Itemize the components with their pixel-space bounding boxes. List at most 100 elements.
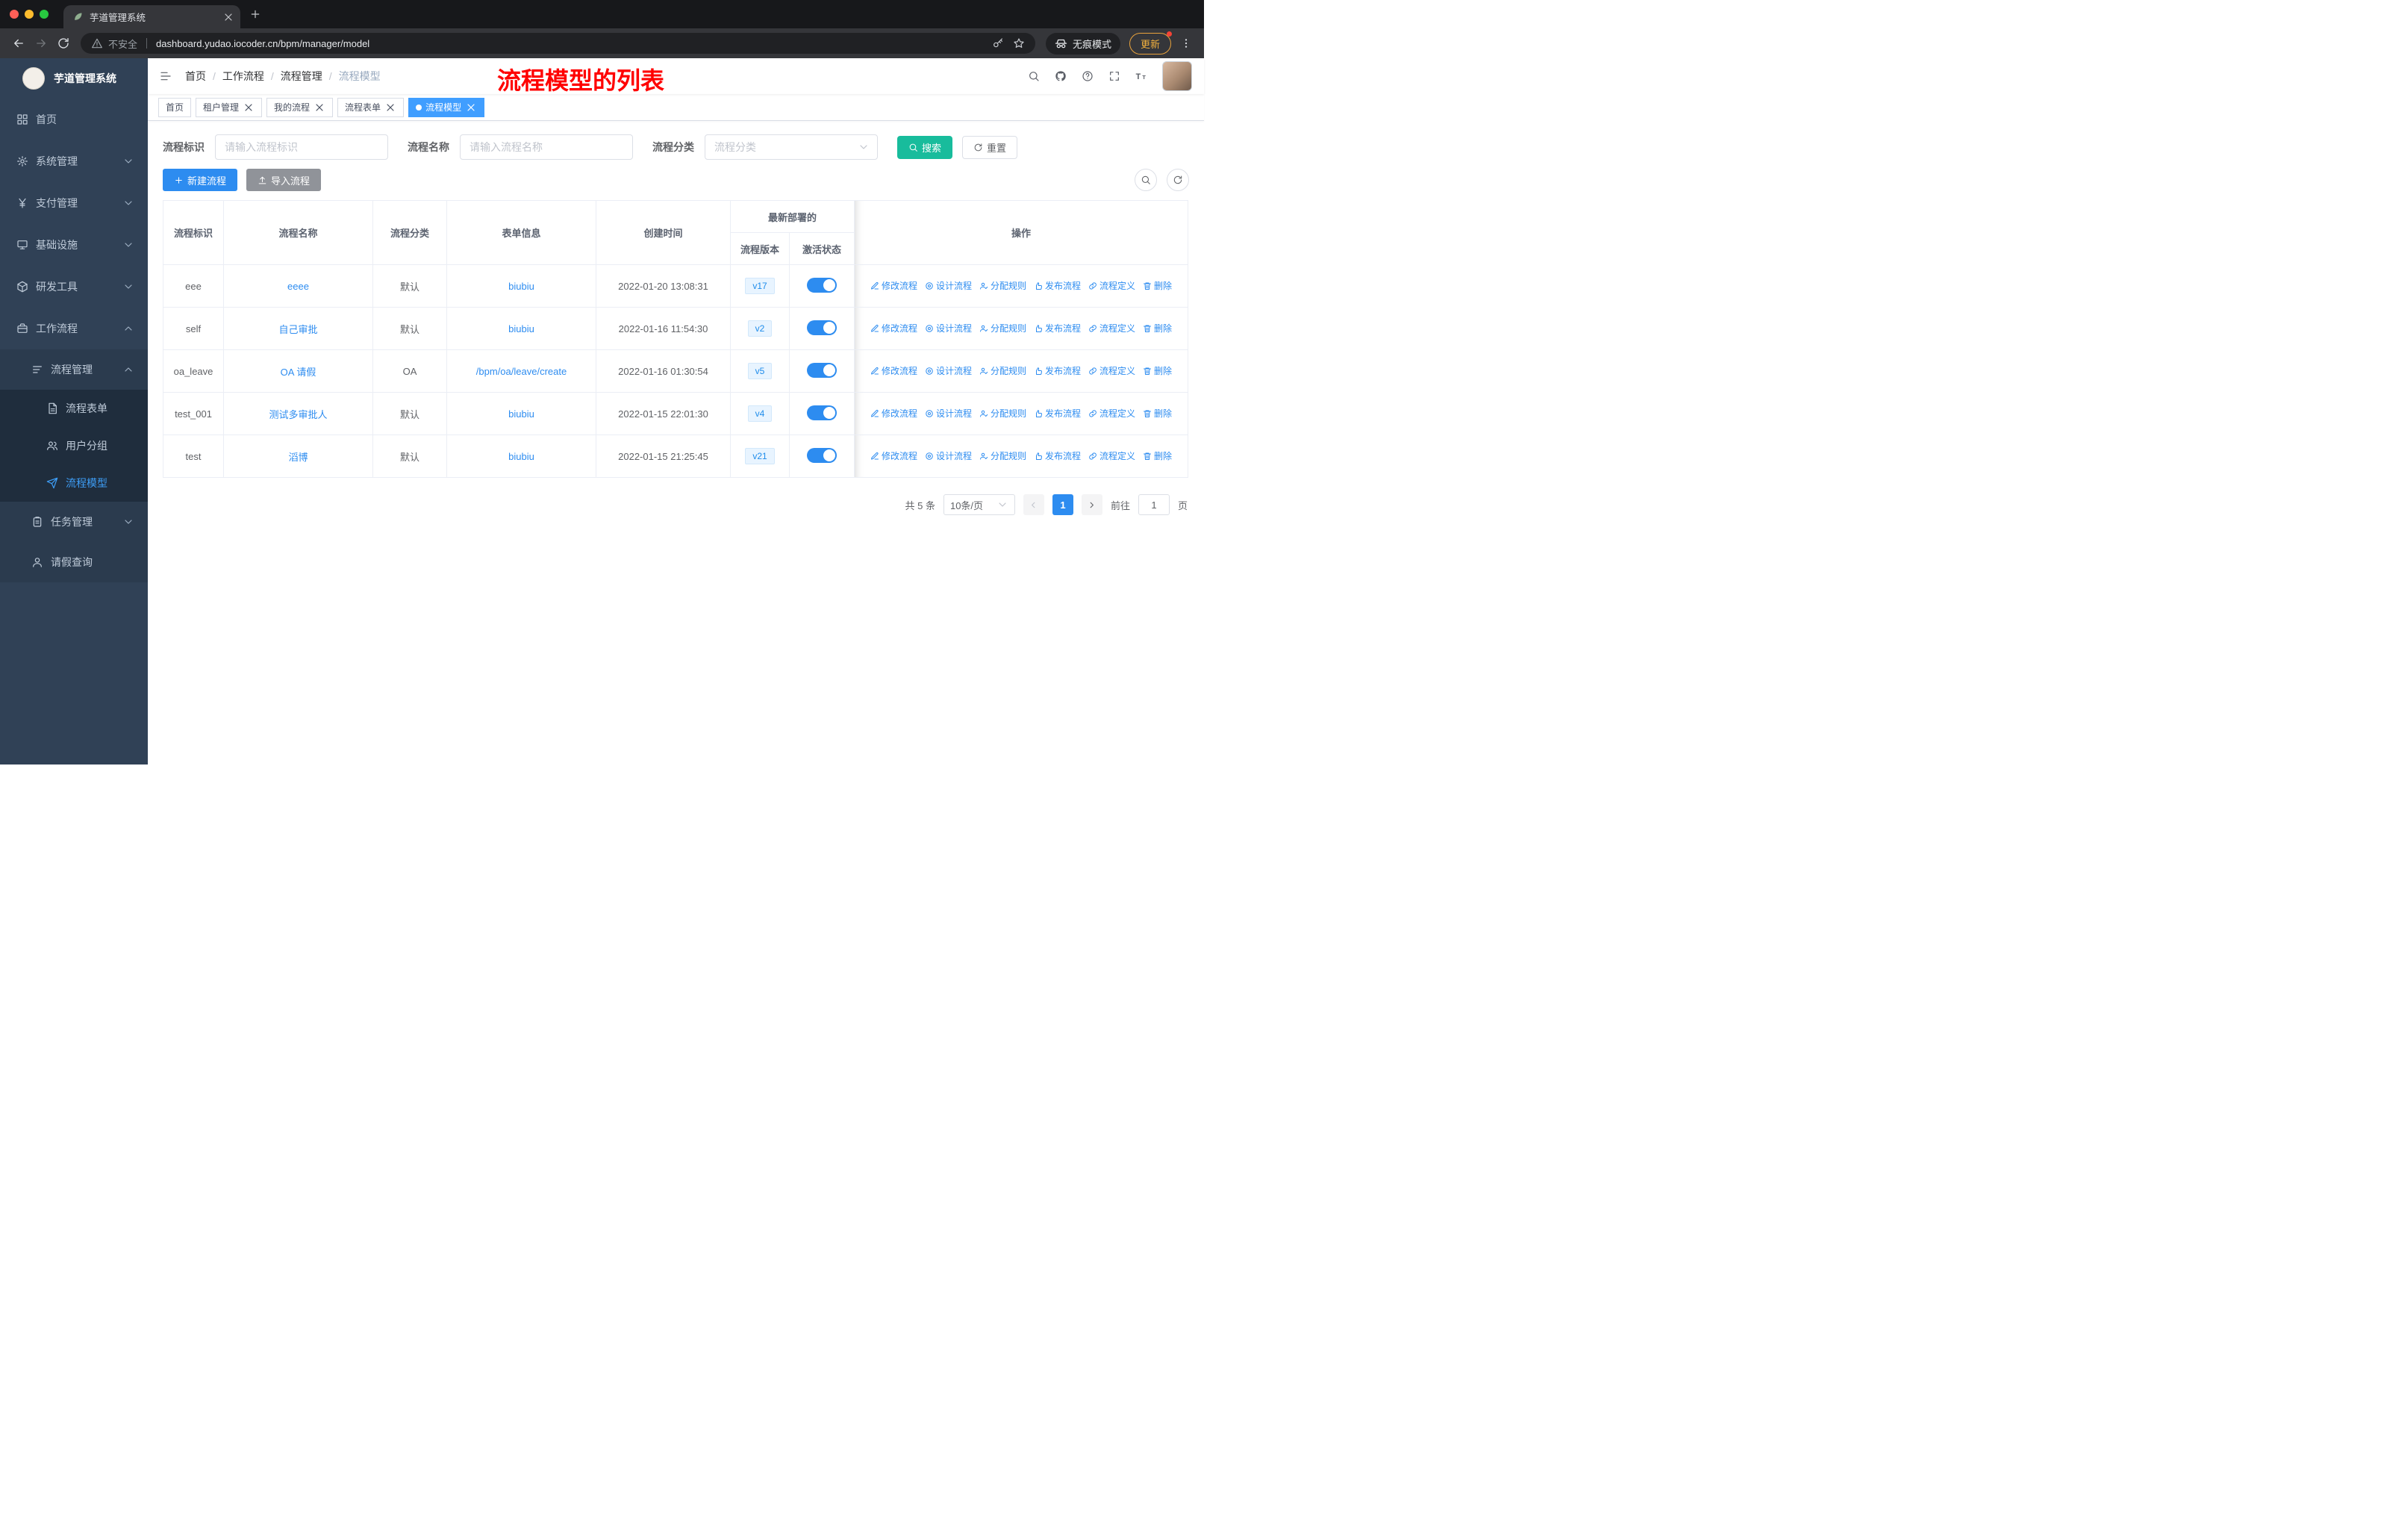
search-icon[interactable] xyxy=(1028,70,1040,82)
action-publish-process[interactable]: 发布流程 xyxy=(1034,407,1081,420)
security-label[interactable]: 不安全 xyxy=(108,37,137,51)
breadcrumb-item[interactable]: 首页 xyxy=(185,69,206,84)
form-info-link[interactable]: biubiu xyxy=(508,323,534,334)
import-process-button[interactable]: 导入流程 xyxy=(246,169,322,191)
sidebar-item-leave-query[interactable]: 请假查询 xyxy=(0,542,148,582)
browser-menu-icon[interactable] xyxy=(1180,37,1192,49)
collapse-sidebar-icon[interactable] xyxy=(160,70,172,82)
close-window-button[interactable] xyxy=(10,10,19,19)
action-modify-process[interactable]: 修改流程 xyxy=(870,279,917,292)
reload-button[interactable] xyxy=(52,32,75,55)
action-design-process[interactable]: 设计流程 xyxy=(925,322,972,334)
version-badge[interactable]: v4 xyxy=(747,405,773,422)
github-icon[interactable] xyxy=(1055,70,1067,82)
sidebar-item-devtools[interactable]: 研发工具 xyxy=(0,266,148,308)
back-button[interactable] xyxy=(7,32,30,55)
action-publish-process[interactable]: 发布流程 xyxy=(1034,449,1081,462)
process-name-input[interactable] xyxy=(460,134,633,160)
maximize-window-button[interactable] xyxy=(40,10,49,19)
active-toggle[interactable] xyxy=(807,362,837,378)
sidebar-item-process-form[interactable]: 流程表单 xyxy=(0,390,148,427)
process-key-input[interactable] xyxy=(215,134,388,160)
action-process-definition[interactable]: 流程定义 xyxy=(1088,322,1135,334)
close-icon[interactable] xyxy=(314,102,325,113)
model-name-link[interactable]: OA 请假 xyxy=(281,367,316,378)
action-assign-rule[interactable]: 分配规则 xyxy=(979,322,1026,334)
bookmark-star-icon[interactable] xyxy=(1013,37,1025,49)
active-toggle[interactable] xyxy=(807,405,837,420)
sidebar-item-task-manage[interactable]: 任务管理 xyxy=(0,502,148,542)
sidebar-item-system[interactable]: 系统管理 xyxy=(0,140,148,182)
action-delete[interactable]: 删除 xyxy=(1143,322,1172,334)
page-size-select[interactable]: 10条/页 xyxy=(943,494,1015,515)
action-assign-rule[interactable]: 分配规则 xyxy=(979,449,1026,462)
sidebar-item-home[interactable]: 首页 xyxy=(0,99,148,140)
category-select[interactable]: 流程分类 xyxy=(705,134,878,160)
create-process-button[interactable]: 新建流程 xyxy=(163,169,238,191)
action-process-definition[interactable]: 流程定义 xyxy=(1088,407,1135,420)
action-design-process[interactable]: 设计流程 xyxy=(925,279,972,292)
action-process-definition[interactable]: 流程定义 xyxy=(1088,364,1135,377)
sidebar-item-payment[interactable]: 支付管理 xyxy=(0,182,148,224)
action-modify-process[interactable]: 修改流程 xyxy=(870,322,917,334)
prev-page-button[interactable] xyxy=(1023,494,1044,515)
sidebar-item-infrastructure[interactable]: 基础设施 xyxy=(0,224,148,266)
form-info-link[interactable]: biubiu xyxy=(508,451,534,462)
active-toggle[interactable] xyxy=(807,277,837,293)
sidebar-item-user-group[interactable]: 用户分组 xyxy=(0,427,148,464)
model-name-link[interactable]: 滔博 xyxy=(288,452,308,463)
browser-tab[interactable]: 芋道管理系统 xyxy=(63,5,240,28)
font-size-icon[interactable] xyxy=(1135,70,1147,82)
close-icon[interactable] xyxy=(465,102,477,113)
user-avatar[interactable] xyxy=(1162,61,1192,91)
action-modify-process[interactable]: 修改流程 xyxy=(870,449,917,462)
close-icon[interactable] xyxy=(384,102,396,113)
help-icon[interactable] xyxy=(1082,70,1094,82)
active-toggle[interactable] xyxy=(807,447,837,463)
fullscreen-icon[interactable] xyxy=(1108,70,1120,82)
version-badge[interactable]: v2 xyxy=(747,320,773,337)
version-badge[interactable]: v17 xyxy=(745,278,775,294)
refresh-table-button[interactable] xyxy=(1167,169,1189,191)
action-process-definition[interactable]: 流程定义 xyxy=(1088,449,1135,462)
action-publish-process[interactable]: 发布流程 xyxy=(1034,364,1081,377)
tag-home[interactable]: 首页 xyxy=(158,97,192,117)
action-design-process[interactable]: 设计流程 xyxy=(925,407,972,420)
action-design-process[interactable]: 设计流程 xyxy=(925,364,972,377)
toggle-search-button[interactable] xyxy=(1135,169,1157,191)
breadcrumb-item[interactable]: 工作流程 xyxy=(222,69,264,84)
goto-page-input[interactable] xyxy=(1138,494,1170,515)
model-name-link[interactable]: eeee xyxy=(287,281,309,292)
update-button[interactable]: 更新 xyxy=(1129,31,1172,55)
version-badge[interactable]: v5 xyxy=(747,363,773,379)
tag-my-process[interactable]: 我的流程 xyxy=(266,97,334,117)
tag-process-model[interactable]: 流程模型 xyxy=(408,97,485,117)
model-name-link[interactable]: 测试多审批人 xyxy=(269,409,327,420)
url-text[interactable]: dashboard.yudao.iocoder.cn/bpm/manager/m… xyxy=(156,38,979,49)
action-assign-rule[interactable]: 分配规则 xyxy=(979,279,1026,292)
forward-button[interactable] xyxy=(30,32,52,55)
action-assign-rule[interactable]: 分配规则 xyxy=(979,364,1026,377)
sidebar-item-process-manage[interactable]: 流程管理 xyxy=(0,349,148,390)
tag-process-form[interactable]: 流程表单 xyxy=(337,97,405,117)
action-delete[interactable]: 删除 xyxy=(1143,449,1172,462)
address-bar[interactable]: 不安全 dashboard.yudao.iocoder.cn/bpm/manag… xyxy=(81,33,1035,54)
password-key-icon[interactable] xyxy=(992,37,1004,49)
version-badge[interactable]: v21 xyxy=(745,448,775,464)
action-delete[interactable]: 删除 xyxy=(1143,407,1172,420)
action-publish-process[interactable]: 发布流程 xyxy=(1034,279,1081,292)
tag-tenant[interactable]: 租户管理 xyxy=(196,97,263,117)
action-delete[interactable]: 删除 xyxy=(1143,364,1172,377)
close-tab-icon[interactable] xyxy=(222,11,234,23)
action-process-definition[interactable]: 流程定义 xyxy=(1088,279,1135,292)
next-page-button[interactable] xyxy=(1081,494,1102,515)
active-toggle[interactable] xyxy=(807,320,837,335)
sidebar-item-workflow[interactable]: 工作流程 xyxy=(0,308,148,349)
action-delete[interactable]: 删除 xyxy=(1143,279,1172,292)
new-tab-button[interactable] xyxy=(249,8,261,20)
current-page-button[interactable]: 1 xyxy=(1052,494,1073,515)
form-info-link[interactable]: /bpm/oa/leave/create xyxy=(476,366,567,377)
search-button[interactable]: 搜索 xyxy=(897,135,953,159)
model-name-link[interactable]: 自己审批 xyxy=(278,324,317,335)
action-modify-process[interactable]: 修改流程 xyxy=(870,407,917,420)
